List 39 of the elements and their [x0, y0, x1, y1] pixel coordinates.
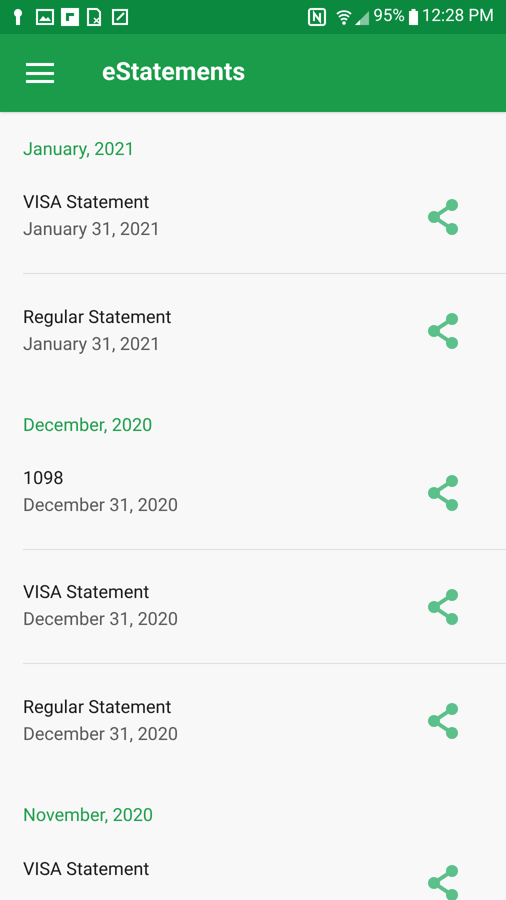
share-icon[interactable] — [426, 588, 460, 626]
statement-row[interactable]: VISA Statement December 31, 2020 — [23, 550, 506, 664]
edit-icon — [112, 9, 128, 25]
share-icon[interactable] — [426, 474, 460, 512]
statement-row[interactable]: Regular Statement December 31, 2020 — [23, 664, 506, 778]
statement-row[interactable]: VISA Statement — [23, 826, 506, 900]
clock-time: 12:28 PM — [422, 5, 494, 28]
signal-icon — [355, 9, 370, 25]
statement-row[interactable]: 1098 December 31, 2020 — [23, 436, 506, 550]
lock-icon — [12, 8, 24, 26]
statement-date: December 31, 2020 — [23, 722, 180, 746]
share-icon[interactable] — [426, 702, 460, 740]
statement-title: Regular Statement — [23, 306, 172, 330]
battery-percentage: 95% — [373, 5, 405, 28]
statement-title: VISA Statement — [23, 581, 150, 605]
statement-title: VISA Statement — [23, 191, 150, 215]
share-icon[interactable] — [426, 312, 460, 350]
month-heading: November, 2020 — [23, 804, 154, 828]
statement-date: January 31, 2021 — [23, 218, 162, 242]
statement-title: Regular Statement — [23, 696, 172, 720]
nfc-icon — [308, 8, 326, 26]
statement-title: VISA Statement — [23, 858, 150, 882]
menu-button[interactable] — [26, 63, 54, 83]
battery-icon — [408, 9, 418, 25]
statement-title: 1098 — [23, 467, 64, 491]
statement-row[interactable]: VISA Statement January 31, 2021 — [23, 160, 506, 274]
statement-date: December 31, 2020 — [23, 494, 180, 518]
wifi-icon — [336, 8, 352, 26]
image-icon — [36, 9, 54, 25]
month-heading: January, 2021 — [23, 138, 136, 162]
statement-date: December 31, 2020 — [23, 608, 180, 632]
month-heading: December, 2020 — [23, 414, 154, 438]
statement-row[interactable]: Regular Statement January 31, 2021 — [23, 274, 506, 388]
share-icon[interactable] — [426, 864, 460, 900]
share-icon[interactable] — [426, 198, 460, 236]
document-icon — [86, 8, 102, 26]
statement-date: January 31, 2021 — [23, 332, 162, 356]
app-bar-title: eStatements — [102, 57, 246, 90]
app-icon — [61, 8, 79, 26]
